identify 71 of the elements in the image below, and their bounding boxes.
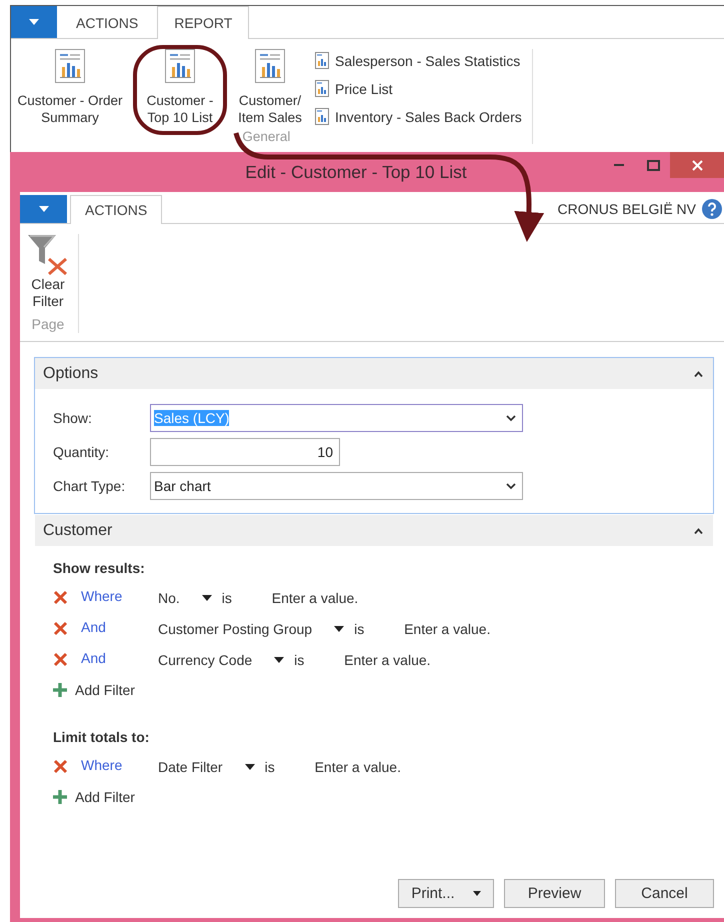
connector-link[interactable]: And [81, 618, 158, 634]
company-name: CRONUS BELGIË NV [558, 201, 696, 217]
remove-icon[interactable] [53, 590, 68, 605]
report-link[interactable]: Price List [315, 77, 522, 100]
caret-icon [202, 594, 212, 600]
field-dropdown[interactable]: Currency Code [158, 652, 284, 668]
add-filter-button[interactable]: Add Filter [53, 675, 135, 705]
report-button[interactable]: Customer - Order Summary [11, 49, 129, 133]
field-dropdown[interactable]: No. [158, 590, 212, 606]
report-icon [315, 52, 329, 69]
menu-button[interactable] [20, 195, 67, 223]
ribbon-tab[interactable]: REPORT [157, 6, 250, 39]
dialog-button[interactable]: Print... [398, 879, 494, 908]
caret-icon [38, 206, 48, 212]
report-link[interactable]: Salesperson - Sales Statistics [315, 49, 522, 72]
maximize-icon [646, 160, 660, 170]
ribbon-tab[interactable]: ACTIONS [70, 195, 162, 224]
input-field[interactable]: 10 [150, 438, 340, 466]
plus-icon [53, 790, 67, 804]
close-button[interactable] [670, 152, 724, 178]
chevron-down-icon [506, 414, 516, 422]
connector-link[interactable]: Where [81, 588, 158, 604]
add-filter-button[interactable]: Add Filter [53, 782, 135, 812]
group-label: General [241, 129, 292, 144]
clear-filter-icon [26, 234, 70, 276]
field-dropdown[interactable]: Customer Posting Group [158, 620, 344, 636]
section-header[interactable]: Customer [35, 515, 713, 546]
remove-icon[interactable] [53, 621, 68, 636]
operator-text: is [222, 590, 233, 606]
dropdown-field[interactable]: Bar chart [150, 472, 523, 500]
report-icon [255, 49, 285, 83]
report-link[interactable]: Inventory - Sales Back Orders [315, 105, 522, 128]
caret-icon [274, 656, 284, 662]
caret-icon [244, 764, 255, 770]
field-dropdown[interactable]: Date Filter [158, 758, 255, 774]
field-label: Quantity: [53, 444, 110, 460]
operator-text: is [264, 758, 276, 774]
caret-icon [29, 19, 39, 25]
close-icon [692, 160, 702, 170]
report-icon [165, 49, 195, 83]
ribbon-tab[interactable]: ACTIONS [59, 6, 156, 38]
minimize-icon [614, 164, 624, 166]
field-label: Chart Type: [53, 478, 126, 494]
section-heading: Show results: [53, 560, 145, 576]
connector-link[interactable]: And [81, 650, 158, 666]
caret-icon [334, 626, 344, 632]
group-label: Page [32, 316, 64, 332]
clear-filter-button[interactable]: Clear Filter [26, 234, 70, 310]
section-header[interactable]: Options [35, 358, 713, 389]
operator-text: is [294, 652, 306, 668]
window-title: Edit - Customer - Top 10 List [244, 162, 468, 183]
section-heading: Limit totals to: [53, 729, 150, 745]
value-placeholder[interactable]: Enter a value. [344, 652, 431, 668]
dialog-button[interactable]: Preview [504, 879, 605, 908]
operator-text: is [354, 620, 366, 636]
value-placeholder[interactable]: Enter a value. [314, 758, 401, 774]
remove-icon[interactable] [53, 759, 68, 774]
dialog-button[interactable]: Cancel [615, 879, 714, 908]
help-icon[interactable] [702, 199, 722, 219]
value-placeholder[interactable]: Enter a value. [404, 620, 490, 636]
value-placeholder[interactable]: Enter a value. [272, 590, 358, 606]
report-icon [55, 49, 85, 83]
remove-icon[interactable] [53, 652, 68, 667]
plus-icon [53, 683, 67, 697]
report-button[interactable]: Customer - Top 10 List [141, 49, 219, 131]
field-label: Show: [53, 410, 93, 426]
chevron-down-icon [506, 482, 516, 490]
menu-button[interactable] [11, 6, 57, 38]
connector-link[interactable]: Where [81, 756, 158, 772]
report-icon [315, 108, 329, 125]
report-icon [315, 80, 329, 97]
